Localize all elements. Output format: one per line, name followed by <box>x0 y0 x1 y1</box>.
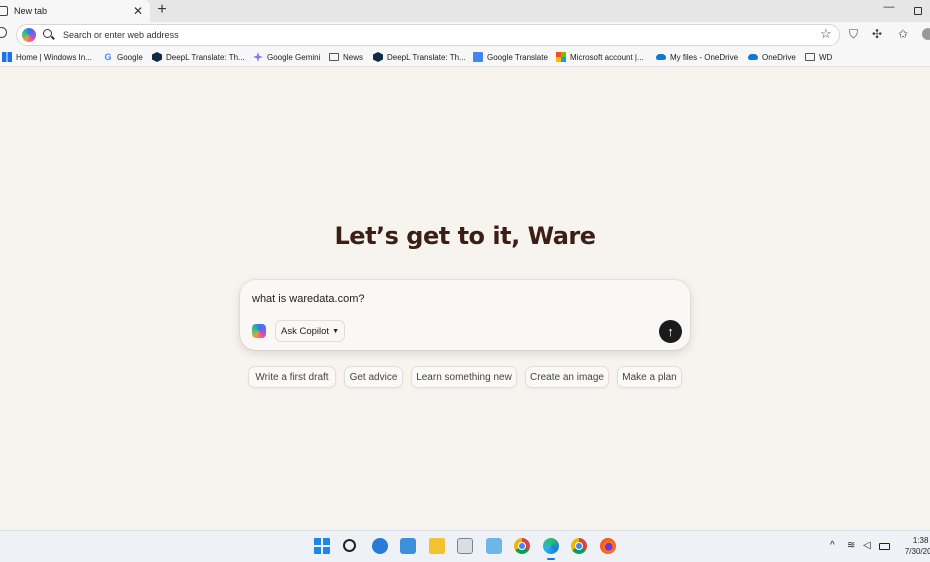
chevron-down-icon: ▼ <box>332 327 339 335</box>
app-icon[interactable] <box>400 538 416 554</box>
suggestion-learn-something[interactable]: Learn something new <box>411 366 517 388</box>
chrome-icon[interactable] <box>514 538 530 554</box>
search-icon <box>43 29 52 38</box>
system-clock[interactable]: 1:38 P 7/30/202 <box>896 535 930 557</box>
suggestion-create-image[interactable]: Create an image <box>525 366 609 388</box>
suggestion-write-draft[interactable]: Write a first draft <box>248 366 336 388</box>
folder-icon <box>329 53 339 61</box>
bookmark-wd[interactable]: WD <box>805 50 832 64</box>
suggestion-get-advice[interactable]: Get advice <box>344 366 403 388</box>
onedrive-icon <box>656 54 666 60</box>
microsoft-icon <box>556 52 566 62</box>
app-icon[interactable] <box>457 538 473 554</box>
firefox-icon[interactable] <box>600 538 616 554</box>
bookmark-deepl-1[interactable]: DeepL Translate: Th... <box>152 50 245 64</box>
clock-date: 7/30/202 <box>904 547 930 556</box>
bookmark-deepl-2[interactable]: DeepL Translate: Th... <box>373 50 466 64</box>
new-tab-button[interactable]: + <box>153 1 171 19</box>
tab-title: New tab <box>14 6 48 16</box>
clock-time: 1:38 P <box>912 536 930 545</box>
bookmark-my-files-onedrive[interactable]: My files - OneDrive <box>656 50 738 64</box>
minimize-button[interactable]: — <box>881 1 897 13</box>
send-button[interactable]: ↑ <box>659 320 682 343</box>
wifi-icon[interactable]: ≋ <box>847 540 855 551</box>
notepad-icon[interactable] <box>486 538 502 554</box>
copilot-icon[interactable] <box>22 28 36 42</box>
volume-icon[interactable]: ◁ <box>863 540 871 551</box>
chat-input[interactable]: what is waredata.com? <box>252 293 365 305</box>
address-placeholder[interactable]: Search or enter web address <box>63 30 179 40</box>
bookmark-google[interactable]: G Google <box>103 50 142 64</box>
extensions-icon[interactable]: ✣ <box>872 27 882 41</box>
restore-button[interactable] <box>914 7 922 15</box>
bookmark-google-gemini[interactable]: Google Gemini <box>253 50 320 64</box>
start-menu-icon[interactable] <box>314 538 330 554</box>
favorites-icon[interactable]: ✩ <box>898 27 908 41</box>
deepl-icon <box>373 52 383 62</box>
favorite-star-icon[interactable]: ☆ <box>820 27 832 41</box>
chrome-icon[interactable] <box>571 538 587 554</box>
google-icon: G <box>104 52 112 62</box>
bookmark-home-windows[interactable]: Home | Windows In... <box>2 50 92 64</box>
suggestion-make-plan[interactable]: Make a plan <box>617 366 682 388</box>
app-icon[interactable] <box>372 538 388 554</box>
edge-icon[interactable] <box>543 538 559 560</box>
bookmark-onedrive[interactable]: OneDrive <box>748 50 796 64</box>
bookmark-news[interactable]: News <box>329 50 363 64</box>
new-tab-page-icon <box>0 6 8 16</box>
page-title: Let’s get to it, Ware <box>334 222 597 250</box>
gemini-icon <box>253 52 263 62</box>
battery-icon[interactable] <box>879 543 890 550</box>
deepl-icon <box>152 52 162 62</box>
shield-icon[interactable]: ⛉ <box>849 27 858 41</box>
file-explorer-icon[interactable] <box>429 538 445 554</box>
onedrive-icon <box>748 54 758 60</box>
folder-icon <box>805 53 815 61</box>
taskbar-search-icon[interactable] <box>343 539 356 552</box>
copilot-logo-icon <box>252 324 266 338</box>
google-translate-icon <box>473 52 483 62</box>
bookmark-microsoft-account[interactable]: Microsoft account |... <box>556 50 644 64</box>
mode-label: Ask Copilot <box>281 325 330 337</box>
tray-chevron-icon[interactable]: ^ <box>830 540 835 551</box>
tab-new-tab[interactable]: New tab ✕ <box>0 0 150 22</box>
mode-dropdown[interactable]: Ask Copilot ▼ <box>275 320 345 342</box>
tab-close-icon[interactable]: ✕ <box>130 0 146 22</box>
windows-icon <box>2 52 12 62</box>
profile-avatar[interactable] <box>922 28 930 40</box>
bookmark-google-translate[interactable]: Google Translate <box>473 50 548 64</box>
